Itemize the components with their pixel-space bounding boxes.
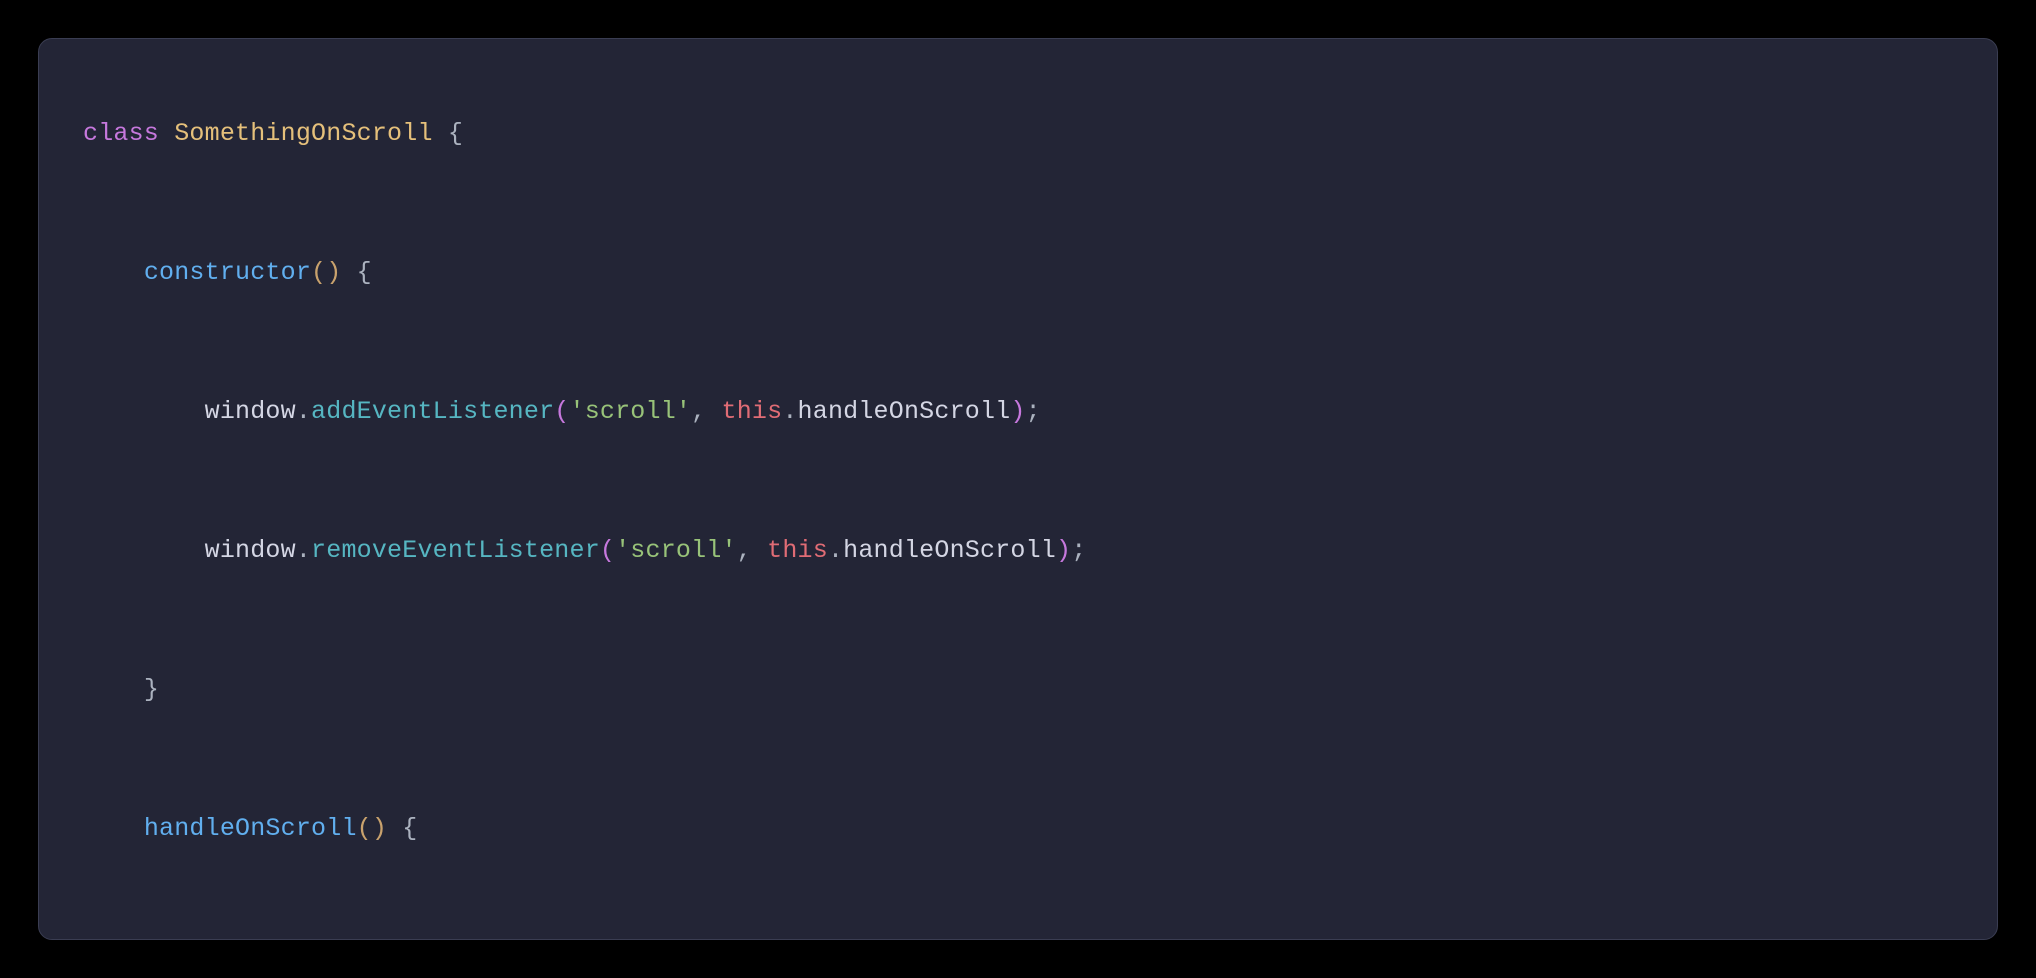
string-scroll: 'scroll' [570,397,692,426]
brace-open: { [448,119,463,148]
code-panel: class SomethingOnScroll { constructor() … [38,38,1998,940]
func-removeeventlistener: removeEventListener [311,536,600,565]
semicolon: ; [1071,536,1086,565]
keyword-class: class [83,119,159,148]
comma: , [737,536,767,565]
dot: . [296,536,311,565]
parens: () [357,814,387,843]
paren-close: ) [1010,397,1025,426]
ident-window: window [205,536,296,565]
prop-handleonscroll: handleOnScroll [798,397,1011,426]
dot: . [828,536,843,565]
brace-open: { [402,814,417,843]
code-block[interactable]: class SomethingOnScroll { constructor() … [83,99,1953,940]
parens: () [311,258,341,287]
indent [83,258,144,287]
dot: . [296,397,311,426]
indent [83,397,205,426]
paren-close: ) [1056,536,1071,565]
method-handleonscroll: handleOnScroll [144,814,357,843]
method-constructor: constructor [144,258,311,287]
semicolon: ; [1026,397,1041,426]
dot: . [782,397,797,426]
paren-open: ( [600,536,615,565]
indent [83,675,144,704]
keyword-this: this [722,397,783,426]
keyword-this: this [767,536,828,565]
prop-handleonscroll: handleOnScroll [843,536,1056,565]
comma: , [691,397,721,426]
class-name: SomethingOnScroll [174,119,432,148]
indent [83,536,205,565]
paren-open: ( [554,397,569,426]
indent [83,814,144,843]
string-scroll: 'scroll' [615,536,737,565]
brace-close: } [144,675,159,704]
func-addeventlistener: addEventListener [311,397,554,426]
brace-open: { [357,258,372,287]
ident-window: window [205,397,296,426]
